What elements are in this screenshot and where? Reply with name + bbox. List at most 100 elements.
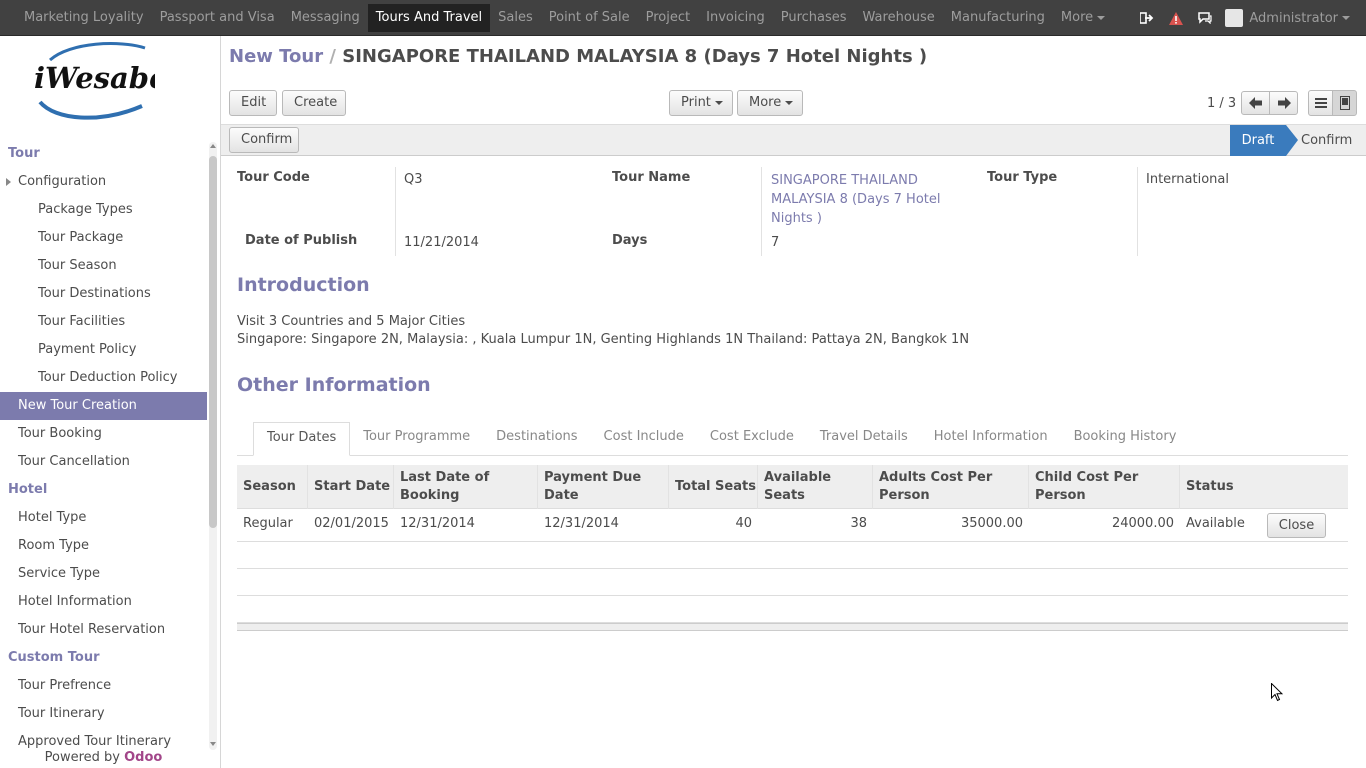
more-dropdown[interactable]: More (737, 90, 803, 116)
sidebar-item-tour-facilities[interactable]: Tour Facilities (0, 308, 207, 336)
menu-sales[interactable]: Sales (490, 4, 541, 32)
sidebar-item-hotel-type[interactable]: Hotel Type (0, 504, 207, 532)
company-logo[interactable]: iWesabe (30, 40, 168, 126)
introduction-line-2: Singapore: Singapore 2N, Malaysia: , Kua… (237, 332, 970, 347)
cell-status: Available (1186, 516, 1245, 531)
breadcrumb-parent[interactable]: New Tour (229, 46, 323, 67)
stage-confirm[interactable]: Confirm (1301, 125, 1352, 156)
menu-warehouse[interactable]: Warehouse (855, 4, 943, 32)
menu-passport-visa[interactable]: Passport and Visa (152, 4, 283, 32)
chevron-down-icon (714, 100, 723, 105)
next-record-button[interactable] (1269, 91, 1298, 115)
topbar-right: Administrator (1138, 0, 1350, 36)
menu-invoicing[interactable]: Invoicing (698, 4, 773, 32)
sidebar-item-package-types[interactable]: Package Types (0, 196, 207, 224)
sidebar-item-tour-package[interactable]: Tour Package (0, 224, 207, 252)
column-status[interactable]: Status (1180, 465, 1348, 509)
column-adults-cost[interactable]: Adults Cost Per Person (873, 465, 1029, 509)
chevron-down-icon (1342, 16, 1350, 20)
pager-counter[interactable]: 1 / 3 (1207, 96, 1236, 111)
form-view-button[interactable] (1332, 90, 1357, 116)
column-start-date[interactable]: Start Date (308, 465, 394, 509)
alert-icon[interactable] (1167, 9, 1185, 27)
menu-more-label: More (1060, 10, 1094, 25)
sidebar: iWesabe Tour Configuration Package Types To… (0, 36, 221, 768)
scroll-up-icon[interactable] (210, 144, 216, 148)
powered-by: Powered by Odoo (0, 750, 207, 768)
menu-purchases[interactable]: Purchases (773, 4, 855, 32)
cell-last-date-of-booking: 12/31/2014 (400, 516, 475, 531)
close-button[interactable]: Close (1267, 513, 1326, 538)
previous-record-button[interactable] (1241, 91, 1270, 115)
stage-draft[interactable]: Draft (1230, 125, 1298, 156)
tour-code-value: Q3 (404, 172, 423, 187)
breadcrumb: New Tour / SINGAPORE THAILAND MALAYSIA 8… (229, 46, 927, 67)
days-value: 7 (771, 235, 780, 250)
sidebar-item-approved-tour-itinerary[interactable]: Approved Tour Itinerary (0, 728, 207, 748)
user-menu[interactable]: Administrator (1225, 9, 1350, 27)
edit-button[interactable]: Edit (229, 90, 277, 116)
column-total-seats[interactable]: Total Seats (669, 465, 758, 509)
confirm-button[interactable]: Confirm (229, 127, 299, 153)
tab-tour-dates[interactable]: Tour Dates (253, 422, 351, 456)
sidebar-item-tour-itinerary[interactable]: Tour Itinerary (0, 700, 207, 728)
print-dropdown[interactable]: Print (669, 90, 733, 116)
tab-booking-history[interactable]: Booking History (1061, 422, 1190, 456)
sidebar-item-tour-cancellation[interactable]: Tour Cancellation (0, 448, 207, 476)
sidebar-item-payment-policy[interactable]: Payment Policy (0, 336, 207, 364)
cell-start-date: 02/01/2015 (314, 516, 389, 531)
list-view-icon (1314, 98, 1327, 108)
tab-cost-exclude[interactable]: Cost Exclude (697, 422, 807, 456)
empty-row (237, 569, 1348, 596)
column-payment-due-date[interactable]: Payment Due Date (538, 465, 669, 509)
arrow-left-icon (1248, 97, 1262, 109)
tab-travel-details[interactable]: Travel Details (807, 422, 921, 456)
column-child-cost[interactable]: Child Cost Per Person (1029, 465, 1180, 509)
sidebar-item-room-type[interactable]: Room Type (0, 532, 207, 560)
tab-tour-programme[interactable]: Tour Programme (350, 422, 483, 456)
sidebar-item-tour-season[interactable]: Tour Season (0, 252, 207, 280)
breadcrumb-separator: / (329, 46, 336, 67)
sidebar-item-tour-hotel-reservation[interactable]: Tour Hotel Reservation (0, 616, 207, 644)
scroll-down-icon[interactable] (210, 742, 216, 746)
list-view-button[interactable] (1308, 90, 1333, 116)
menu-tours-and-travel[interactable]: Tours And Travel (367, 4, 491, 32)
menu-messaging[interactable]: Messaging (283, 4, 368, 32)
menu-manufacturing[interactable]: Manufacturing (943, 4, 1053, 32)
menu-project[interactable]: Project (638, 4, 698, 32)
introduction-heading: Introduction (237, 274, 370, 296)
sidebar-section-tour[interactable]: Tour (0, 140, 207, 168)
logout-icon[interactable] (1138, 9, 1156, 27)
create-button[interactable]: Create (282, 90, 346, 116)
other-information-heading: Other Information (237, 374, 431, 396)
sidebar-item-tour-destinations[interactable]: Tour Destinations (0, 280, 207, 308)
sidebar-section-hotel[interactable]: Hotel (0, 476, 207, 504)
tab-cost-include[interactable]: Cost Include (591, 422, 697, 456)
sidebar-item-service-type[interactable]: Service Type (0, 560, 207, 588)
top-menu-bar: Marketing Loyality Passport and Visa Mes… (0, 0, 1366, 36)
sidebar-scrollbar[interactable] (207, 142, 219, 750)
scrollbar-thumb[interactable] (209, 156, 217, 528)
sidebar-item-configuration[interactable]: Configuration (0, 168, 207, 196)
chat-icon[interactable] (1196, 9, 1214, 27)
tab-destinations[interactable]: Destinations (483, 422, 590, 456)
table-row[interactable]: Regular 02/01/2015 12/31/2014 12/31/2014… (237, 509, 1348, 542)
menu-more-dropdown[interactable]: More (1053, 4, 1113, 32)
powered-by-text: Powered by (44, 750, 120, 765)
sidebar-item-tour-booking[interactable]: Tour Booking (0, 420, 207, 448)
sidebar-item-new-tour-creation[interactable]: New Tour Creation (0, 392, 207, 420)
sidebar-item-tour-prefrence[interactable]: Tour Prefrence (0, 672, 207, 700)
column-season[interactable]: Season (237, 465, 308, 509)
sidebar-item-tour-deduction-policy[interactable]: Tour Deduction Policy (0, 364, 207, 392)
column-last-date-of-booking[interactable]: Last Date of Booking (394, 465, 538, 509)
sidebar-section-custom-tour[interactable]: Custom Tour (0, 644, 207, 672)
tab-hotel-information[interactable]: Hotel Information (921, 422, 1061, 456)
menu-marketing-loyality[interactable]: Marketing Loyality (16, 4, 152, 32)
sidebar-item-hotel-information[interactable]: Hotel Information (0, 588, 207, 616)
form-view-icon (1339, 96, 1350, 110)
menu-point-of-sale[interactable]: Point of Sale (541, 4, 638, 32)
column-available-seats[interactable]: Available Seats (758, 465, 873, 509)
more-label: More (749, 95, 782, 110)
cell-available-seats: 38 (850, 516, 867, 531)
odoo-link[interactable]: Odoo (124, 750, 162, 765)
